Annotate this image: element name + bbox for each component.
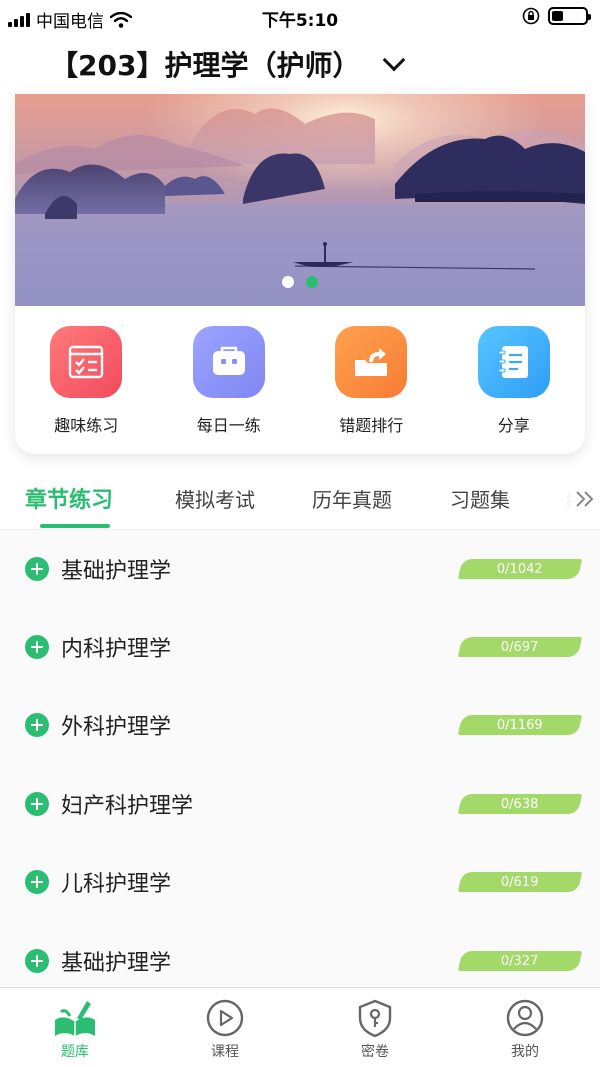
- nav-label: 课程: [211, 1044, 239, 1060]
- tab-past-exams[interactable]: 历年真题: [312, 484, 392, 513]
- feature-daily-practice[interactable]: 每日一练: [158, 306, 301, 454]
- chapter-row[interactable]: 妇产科护理学 0/638: [0, 765, 600, 843]
- course-selector[interactable]: 【203】护理学（护师）: [50, 44, 406, 84]
- active-tab-indicator: [40, 524, 110, 528]
- chapter-row[interactable]: 内科护理学 0/697: [0, 608, 600, 686]
- nav-label: 密卷: [361, 1044, 389, 1060]
- play-circle-icon: [206, 999, 244, 1037]
- banner-image[interactable]: [15, 94, 585, 306]
- battery-level: [552, 11, 564, 21]
- expand-plus-icon[interactable]: [25, 870, 49, 894]
- feature-label: 错题排行: [339, 416, 404, 435]
- progress-badge: 0/1169: [457, 715, 583, 735]
- chapter-title: 基础护理学: [61, 951, 172, 976]
- tab-mock-exam[interactable]: 模拟考试: [175, 484, 255, 513]
- expand-plus-icon[interactable]: [25, 949, 49, 973]
- chapter-title: 基础护理学: [61, 559, 172, 584]
- chapter-row[interactable]: 外科护理学 0/1169: [0, 686, 600, 764]
- battery-icon: [548, 7, 591, 25]
- status-right: [522, 7, 591, 25]
- double-chevron-right-icon: [576, 491, 594, 507]
- banner-dot[interactable]: [306, 276, 318, 288]
- nav-question-bank[interactable]: 题库: [0, 988, 150, 1067]
- bottom-nav: 题库 课程 密卷 我的: [0, 987, 600, 1067]
- page-title: 【203】护理学（护师）: [50, 49, 361, 82]
- orientation-lock-icon: [522, 7, 540, 25]
- progress-badge: 0/697: [457, 637, 583, 657]
- tab-exercise-set[interactable]: 习题集: [450, 484, 510, 513]
- nav-secret-papers[interactable]: 密卷: [300, 988, 450, 1067]
- notebook-icon: [477, 326, 550, 398]
- feature-wrong-ranking[interactable]: 错题排行: [300, 306, 443, 454]
- status-bar: 中国电信 下午5:10: [0, 0, 600, 34]
- chapter-row[interactable]: 基础护理学 0/1042: [0, 530, 600, 608]
- chapter-row[interactable]: 儿科护理学 0/619: [0, 843, 600, 921]
- chapter-title: 儿科护理学: [61, 872, 172, 897]
- feature-fun-practice[interactable]: 趣味练习: [15, 306, 158, 454]
- category-tabs: 章节练习 模拟考试 历年真题 习题集 绉: [0, 468, 600, 530]
- tab-chapter-practice[interactable]: 章节练习: [25, 482, 113, 514]
- expand-plus-icon[interactable]: [25, 713, 49, 737]
- feature-share[interactable]: 分享: [443, 306, 586, 454]
- nav-label: 我的: [511, 1044, 539, 1060]
- progress-badge: 0/638: [457, 794, 583, 814]
- user-circle-icon: [506, 999, 544, 1037]
- robot-box-icon: [192, 326, 265, 398]
- expand-plus-icon[interactable]: [25, 792, 49, 816]
- feature-label: 分享: [497, 416, 530, 435]
- folder-share-icon: [335, 326, 408, 398]
- feature-label: 每日一练: [196, 416, 261, 435]
- feature-row: 趣味练习 每日一练 错题排行 分享: [15, 306, 585, 454]
- clock: 下午5:10: [261, 11, 339, 31]
- expand-plus-icon[interactable]: [25, 557, 49, 581]
- chapter-list: 基础护理学 0/1042 内科护理学 0/697 外科护理学 0/1169 妇产…: [0, 530, 600, 986]
- shield-key-icon: [358, 999, 392, 1038]
- more-tabs-button[interactable]: [556, 482, 596, 516]
- chapter-title: 内科护理学: [61, 637, 172, 662]
- progress-badge: 0/1042: [457, 559, 583, 579]
- progress-badge: 0/619: [457, 872, 583, 892]
- checklist-icon: [50, 326, 123, 398]
- feature-card: 趣味练习 每日一练 错题排行 分享: [15, 94, 585, 454]
- nav-course[interactable]: 课程: [150, 988, 300, 1067]
- nav-profile[interactable]: 我的: [450, 988, 600, 1067]
- chapter-title: 外科护理学: [61, 715, 172, 740]
- banner-dot[interactable]: [282, 276, 294, 288]
- feature-label: 趣味练习: [54, 416, 119, 435]
- nav-label: 题库: [61, 1044, 89, 1060]
- chapter-title: 妇产科护理学: [61, 794, 194, 819]
- book-pen-icon: [55, 1001, 95, 1036]
- chevron-down-icon: [383, 48, 406, 72]
- expand-plus-icon[interactable]: [25, 635, 49, 659]
- progress-badge: 0/327: [457, 951, 583, 971]
- banner-pagination: [15, 276, 585, 288]
- chapter-row[interactable]: 基础护理学 0/327: [0, 922, 600, 986]
